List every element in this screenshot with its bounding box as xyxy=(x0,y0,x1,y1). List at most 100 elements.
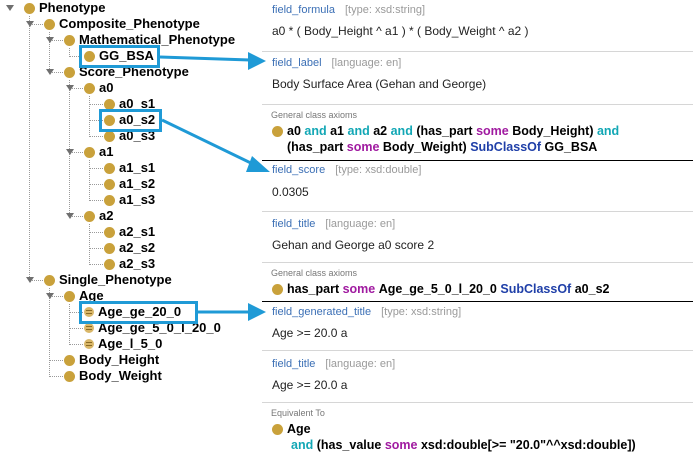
tree-node-body-weight[interactable]: Body_Weight xyxy=(64,368,162,384)
tree-guide xyxy=(69,304,70,345)
field-name: field_title xyxy=(272,218,316,230)
equivalent-line-2[interactable]: and (has_value some xsd:double[>= "20.0"… xyxy=(291,437,636,453)
class-circle-icon xyxy=(24,2,35,14)
tree-node-a0[interactable]: a0 xyxy=(84,80,113,96)
tree-node-label: Body_Height xyxy=(79,352,160,367)
highlight-box-age-ge-20-0 xyxy=(79,301,198,324)
tree-guide xyxy=(89,224,90,265)
axiom-term: has_part xyxy=(287,282,340,296)
tree-node-a1[interactable]: a1 xyxy=(84,144,113,160)
axiom-term: Body_Height) xyxy=(512,124,594,138)
tree-node-label: a2_s3 xyxy=(119,256,156,271)
tree-guide xyxy=(89,96,90,137)
class-circle-icon xyxy=(272,423,283,435)
caret-down-icon[interactable] xyxy=(26,277,34,283)
caret-down-icon[interactable] xyxy=(66,149,74,155)
section-header-general-class-axioms: General class axioms xyxy=(271,110,358,120)
axiom-term: (has_part xyxy=(416,124,473,138)
tree-node-a2-s3[interactable]: a2_s3 xyxy=(104,256,155,272)
tree-guide xyxy=(89,200,103,201)
class-circle-icon xyxy=(44,274,55,286)
axiom-term: a1 xyxy=(330,124,345,138)
axiom-term: Age_ge_5_0_l_20_0 xyxy=(378,282,497,296)
axiom-term: Body_Weight) xyxy=(382,140,467,154)
tree-node-label: a2_s2 xyxy=(119,240,156,255)
highlight-box-gg-bsa xyxy=(79,45,160,68)
keyword-and: and xyxy=(390,124,413,138)
tree-node-composite-phenotype[interactable]: Composite_Phenotype xyxy=(44,16,200,32)
tree-node-label: Age_l_5_0 xyxy=(98,336,163,351)
tree-node-single-phenotype[interactable]: Single_Phenotype xyxy=(44,272,172,288)
annotation-field-score[interactable]: field_score [type: xsd:double] xyxy=(272,164,421,176)
annotation-field-formula[interactable]: field_formula [type: xsd:string] xyxy=(272,4,425,16)
keyword-and: and xyxy=(304,124,327,138)
keyword-and: and xyxy=(596,124,620,138)
generated-title-value: Age >= 20.0 a xyxy=(272,326,348,340)
axiom-line-2[interactable]: has_part some Age_ge_5_0_l_20_0 SubClass… xyxy=(272,281,609,297)
tree-node-a2[interactable]: a2 xyxy=(84,208,113,224)
class-circle-icon xyxy=(104,130,115,142)
caret-down-icon[interactable] xyxy=(6,5,14,11)
tree-guide xyxy=(49,376,63,377)
tree-node-age-l-5-0[interactable]: Age_l_5_0 xyxy=(84,336,162,352)
tree-guide xyxy=(69,328,83,329)
label-value: Body Surface Area (Gehan and George) xyxy=(272,77,487,91)
class-circle-icon xyxy=(44,18,55,30)
annotation-field-title[interactable]: field_title [language: en] xyxy=(272,218,395,230)
class-circle-icon xyxy=(104,98,115,110)
tree-node-label: a2 xyxy=(99,208,114,223)
class-circle-icon xyxy=(104,258,115,270)
tree-node-a2-s2[interactable]: a2_s2 xyxy=(104,240,155,256)
field-language: [language: en] xyxy=(325,358,396,370)
keyword-some: some xyxy=(384,438,418,452)
equivalent-line-1[interactable]: Age xyxy=(272,421,311,437)
tree-guide xyxy=(89,264,103,265)
class-circle-icon xyxy=(104,242,115,254)
class-circle-icon xyxy=(64,370,75,382)
tree-node-a1-s2[interactable]: a1_s2 xyxy=(104,176,155,192)
tree-node-a1-s3[interactable]: a1_s3 xyxy=(104,192,155,208)
annotation-field-label[interactable]: field_label [language: en] xyxy=(272,57,401,69)
title-value: Age >= 20.0 a xyxy=(272,378,348,392)
separator xyxy=(262,160,693,161)
axiom-term: GG_BSA xyxy=(544,140,598,154)
field-name: field_label xyxy=(272,57,322,69)
tree-guide xyxy=(49,360,63,361)
caret-down-icon[interactable] xyxy=(26,21,34,27)
tree-node-label: Phenotype xyxy=(39,0,106,15)
tree-node-a1-s1[interactable]: a1_s1 xyxy=(104,160,155,176)
axiom-line-1-continued[interactable]: (has_part some Body_Weight) SubClassOf G… xyxy=(287,139,597,155)
tree-node-body-height[interactable]: Body_Height xyxy=(64,352,159,368)
tree-guide xyxy=(89,184,103,185)
highlight-box-a0-s2 xyxy=(99,109,162,132)
class-circle-icon xyxy=(84,82,95,94)
individual-circle-icon xyxy=(84,339,94,349)
tree-node-phenotype[interactable]: Phenotype xyxy=(24,0,105,16)
tree-node-label: a1_s1 xyxy=(119,160,156,175)
section-header-general-class-axioms: General class axioms xyxy=(271,268,358,278)
caret-down-icon[interactable] xyxy=(66,213,74,219)
field-type: [type: xsd:string] xyxy=(344,4,426,16)
axiom-term: (has_value xyxy=(316,438,382,452)
caret-down-icon[interactable] xyxy=(46,37,54,43)
annotation-field-generated-title[interactable]: field_generated_title [type: xsd:string] xyxy=(272,306,461,318)
separator xyxy=(262,51,693,52)
tree-node-label: a0 xyxy=(99,80,114,95)
field-name: field_title xyxy=(272,358,316,370)
tree-node-a2-s1[interactable]: a2_s1 xyxy=(104,224,155,240)
class-hierarchy-tree: Phenotype Composite_Phenotype Mathematic… xyxy=(0,0,262,458)
caret-down-icon[interactable] xyxy=(46,69,54,75)
axiom-line-1[interactable]: a0 and a1 and a2 and (has_part some Body… xyxy=(272,123,619,139)
separator xyxy=(262,350,693,351)
annotation-field-title[interactable]: field_title [language: en] xyxy=(272,358,395,370)
caret-down-icon[interactable] xyxy=(66,85,74,91)
separator xyxy=(262,262,693,263)
class-circle-icon xyxy=(64,290,75,302)
tree-node-label: a1_s2 xyxy=(119,176,156,191)
tree-guide xyxy=(89,136,103,137)
caret-down-icon[interactable] xyxy=(46,293,54,299)
axiom-term: a0_s2 xyxy=(574,282,610,296)
keyword-some: some xyxy=(476,124,509,138)
axiom-term: a2 xyxy=(373,124,388,138)
class-circle-icon xyxy=(84,210,95,222)
